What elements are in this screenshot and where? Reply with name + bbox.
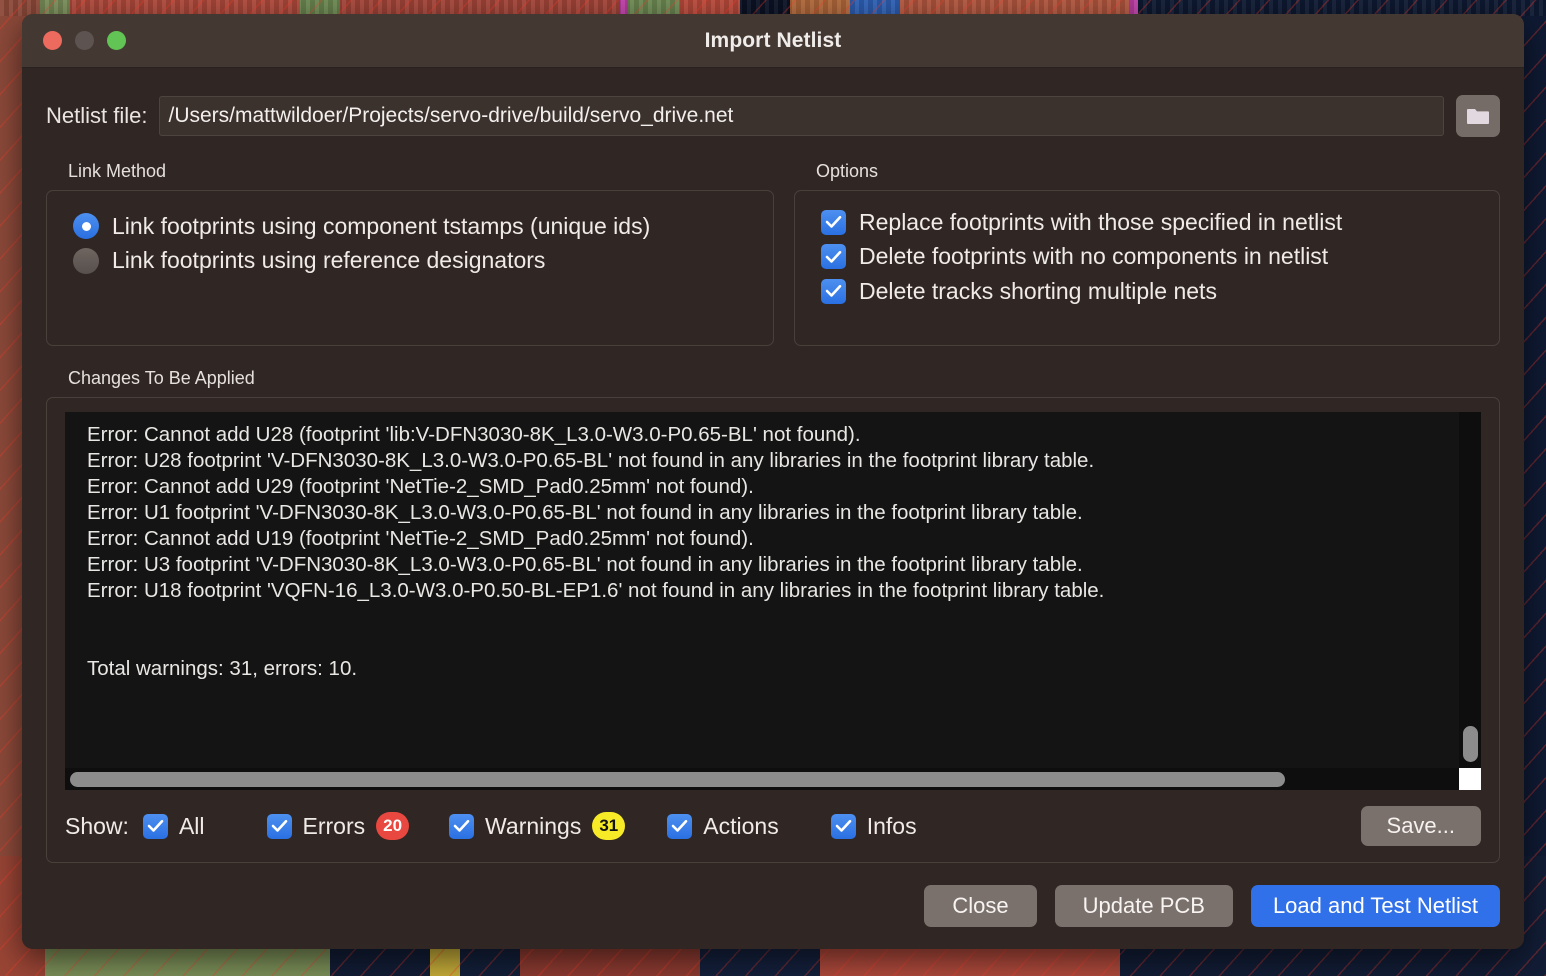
log-vertical-scrollbar[interactable] [1459,412,1481,768]
scrollbar-corner [1459,768,1481,790]
errors-count-badge: 20 [376,812,410,840]
radio-link-refdes[interactable]: Link footprints using reference designat… [73,247,755,274]
import-netlist-dialog: Import Netlist Netlist file: Link Method [22,14,1524,949]
filter-all-label: All [178,812,205,839]
filter-infos[interactable]: Infos [830,812,917,840]
checkbox-delete-footprints[interactable]: Delete footprints with no components in … [821,243,1481,269]
changes-title: Changes To Be Applied [68,368,255,388]
checkbox-delete-footprints-label: Delete footprints with no components in … [859,243,1329,270]
window-controls [43,14,126,67]
window-titlebar: Import Netlist [22,14,1524,68]
checkmark-icon [142,813,168,839]
radio-selected-icon [73,213,99,240]
checkmark-icon [821,209,846,235]
log-horizontal-scrollbar-thumb[interactable] [70,772,1285,787]
show-label: Show: [65,812,129,839]
radio-link-tstamps[interactable]: Link footprints using component tstamps … [73,213,755,240]
checkmark-icon [449,813,475,839]
checkbox-replace-footprints[interactable]: Replace footprints with those specified … [821,209,1481,235]
log-area: Error: Cannot add U28 (footprint 'lib:V-… [65,412,1481,790]
log-horizontal-scrollbar[interactable] [65,768,1459,790]
filter-actions-label: Actions [703,812,779,839]
minimize-window-button[interactable] [75,31,94,50]
folder-icon [1466,106,1490,126]
link-method-box: Link footprints using component tstamps … [46,190,774,346]
window-title: Import Netlist [704,28,842,52]
radio-link-refdes-label: Link footprints using reference designat… [112,247,546,274]
log-vertical-scrollbar-thumb[interactable] [1463,726,1478,762]
netlist-file-row: Netlist file: [46,95,1500,137]
checkbox-delete-tracks-label: Delete tracks shorting multiple nets [859,277,1217,304]
log-text: Error: Cannot add U28 (footprint 'lib:V-… [87,422,1105,680]
link-method-title: Link Method [68,161,167,181]
options-group: Options Replace footprints with those sp… [794,161,1500,346]
filter-errors[interactable]: Errors 20 [266,812,410,840]
dialog-body: Netlist file: Link Method Link footprint… [22,68,1524,863]
update-pcb-button[interactable]: Update PCB [1054,885,1233,927]
radio-unselected-icon [73,247,99,274]
changes-box: Error: Cannot add U28 (footprint 'lib:V-… [46,397,1500,863]
maximize-window-button[interactable] [107,31,126,50]
checkmark-icon [821,244,846,270]
checkmark-icon [266,813,292,839]
checkbox-replace-footprints-label: Replace footprints with those specified … [859,209,1343,235]
dialog-footer: Close Update PCB Load and Test Netlist [22,863,1524,949]
filter-all[interactable]: All [142,812,205,840]
netlist-file-label: Netlist file: [46,103,148,128]
filter-actions[interactable]: Actions [667,812,779,840]
filter-errors-label: Errors [302,812,366,839]
options-title: Options [816,161,879,181]
radio-link-tstamps-label: Link footprints using component tstamps … [112,213,651,239]
show-filters-row: Show: All Errors 20 Warnings 31 Actions … [65,806,1481,846]
filter-infos-label: Infos [866,812,917,839]
log-scroll-viewport[interactable]: Error: Cannot add U28 (footprint 'lib:V-… [65,412,1459,768]
load-and-test-netlist-button[interactable]: Load and Test Netlist [1250,885,1500,927]
save-button[interactable]: Save... [1360,806,1481,846]
browse-folder-button[interactable] [1456,95,1500,137]
close-button[interactable]: Close [924,885,1037,927]
settings-row: Link Method Link footprints using compon… [46,161,1500,346]
netlist-file-input[interactable] [159,96,1444,136]
filter-warnings[interactable]: Warnings 31 [449,812,626,840]
close-window-button[interactable] [43,31,62,50]
checkmark-icon [830,813,856,839]
link-method-group: Link Method Link footprints using compon… [46,161,774,346]
options-box: Replace footprints with those specified … [794,190,1500,346]
checkmark-icon [821,278,846,304]
checkmark-icon [667,813,693,839]
warnings-count-badge: 31 [592,812,626,840]
checkbox-delete-tracks[interactable]: Delete tracks shorting multiple nets [821,278,1481,304]
filter-warnings-label: Warnings [485,812,582,839]
